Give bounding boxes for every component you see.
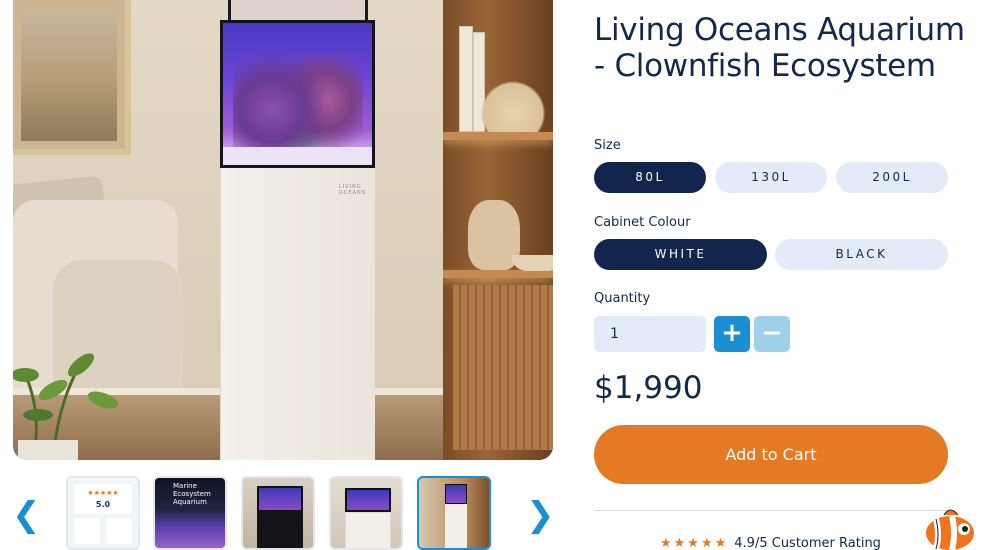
fluted-cabinet bbox=[453, 285, 553, 450]
gallery-thumbnail[interactable] bbox=[329, 476, 403, 550]
divider bbox=[594, 510, 948, 511]
thumb-rating-card: ★★★★★ 5.0 bbox=[74, 484, 132, 514]
aquarium-cabinet: LIVING OCEANS bbox=[220, 168, 375, 460]
aquarium-tank bbox=[220, 20, 375, 168]
coral-ornament bbox=[481, 70, 545, 132]
gallery-prev-button[interactable]: ❮ bbox=[12, 495, 41, 535]
minus-icon: − bbox=[761, 318, 783, 348]
add-to-cart-button[interactable]: Add to Cart bbox=[594, 425, 948, 484]
cabinet-option-black[interactable]: BLACK bbox=[775, 239, 948, 270]
cabinet-logo: LIVING OCEANS bbox=[339, 184, 366, 196]
cabinet-colour-label: Cabinet Colour bbox=[594, 215, 691, 230]
chevron-left-icon: ❮ bbox=[12, 495, 41, 535]
clownfish-mascot-icon[interactable] bbox=[918, 505, 982, 550]
gallery-thumbnail[interactable]: Marine Ecosystem Aquarium bbox=[153, 476, 227, 550]
quantity-decrease-button[interactable]: − bbox=[754, 316, 790, 352]
gallery-next-button[interactable]: ❯ bbox=[526, 495, 555, 535]
thumb-caption: Marine Ecosystem Aquarium bbox=[173, 482, 211, 506]
book bbox=[459, 26, 473, 132]
thumb-rating-value: 5.0 bbox=[95, 500, 111, 509]
cabinet-option-white[interactable]: WHITE bbox=[594, 239, 767, 270]
quantity-input[interactable] bbox=[594, 316, 706, 352]
size-option-200l[interactable]: 200L bbox=[836, 162, 948, 193]
quantity-increase-button[interactable]: + bbox=[714, 316, 750, 352]
plus-icon: + bbox=[721, 318, 743, 348]
size-option-130l[interactable]: 130L bbox=[715, 162, 827, 193]
gallery-thumbnail[interactable] bbox=[241, 476, 315, 550]
product-main-image: LIVING OCEANS bbox=[13, 0, 553, 460]
plant bbox=[13, 353, 119, 460]
chevron-right-icon: ❯ bbox=[526, 495, 555, 535]
shelf bbox=[443, 270, 553, 278]
gallery-thumbnail[interactable]: ★★★★★ 5.0 bbox=[66, 476, 140, 550]
size-option-80l[interactable]: 80L bbox=[594, 162, 706, 193]
shelf bbox=[443, 132, 553, 140]
wall-art bbox=[13, 0, 131, 155]
product-price: $1,990 bbox=[594, 370, 703, 406]
size-label: Size bbox=[594, 138, 621, 153]
rating-text: 4.9/5 Customer Rating bbox=[734, 536, 881, 550]
quantity-label: Quantity bbox=[594, 291, 651, 306]
star-rating-icon: ★★★★★ bbox=[660, 536, 729, 550]
gallery-thumbnail-active[interactable] bbox=[417, 476, 491, 550]
product-title: Living Oceans Aquarium - Clownfish Ecosy… bbox=[594, 12, 965, 84]
thumb-stars: ★★★★★ bbox=[87, 489, 119, 497]
customer-rating: ★★★★★ 4.9/5 Customer Rating bbox=[660, 536, 881, 550]
